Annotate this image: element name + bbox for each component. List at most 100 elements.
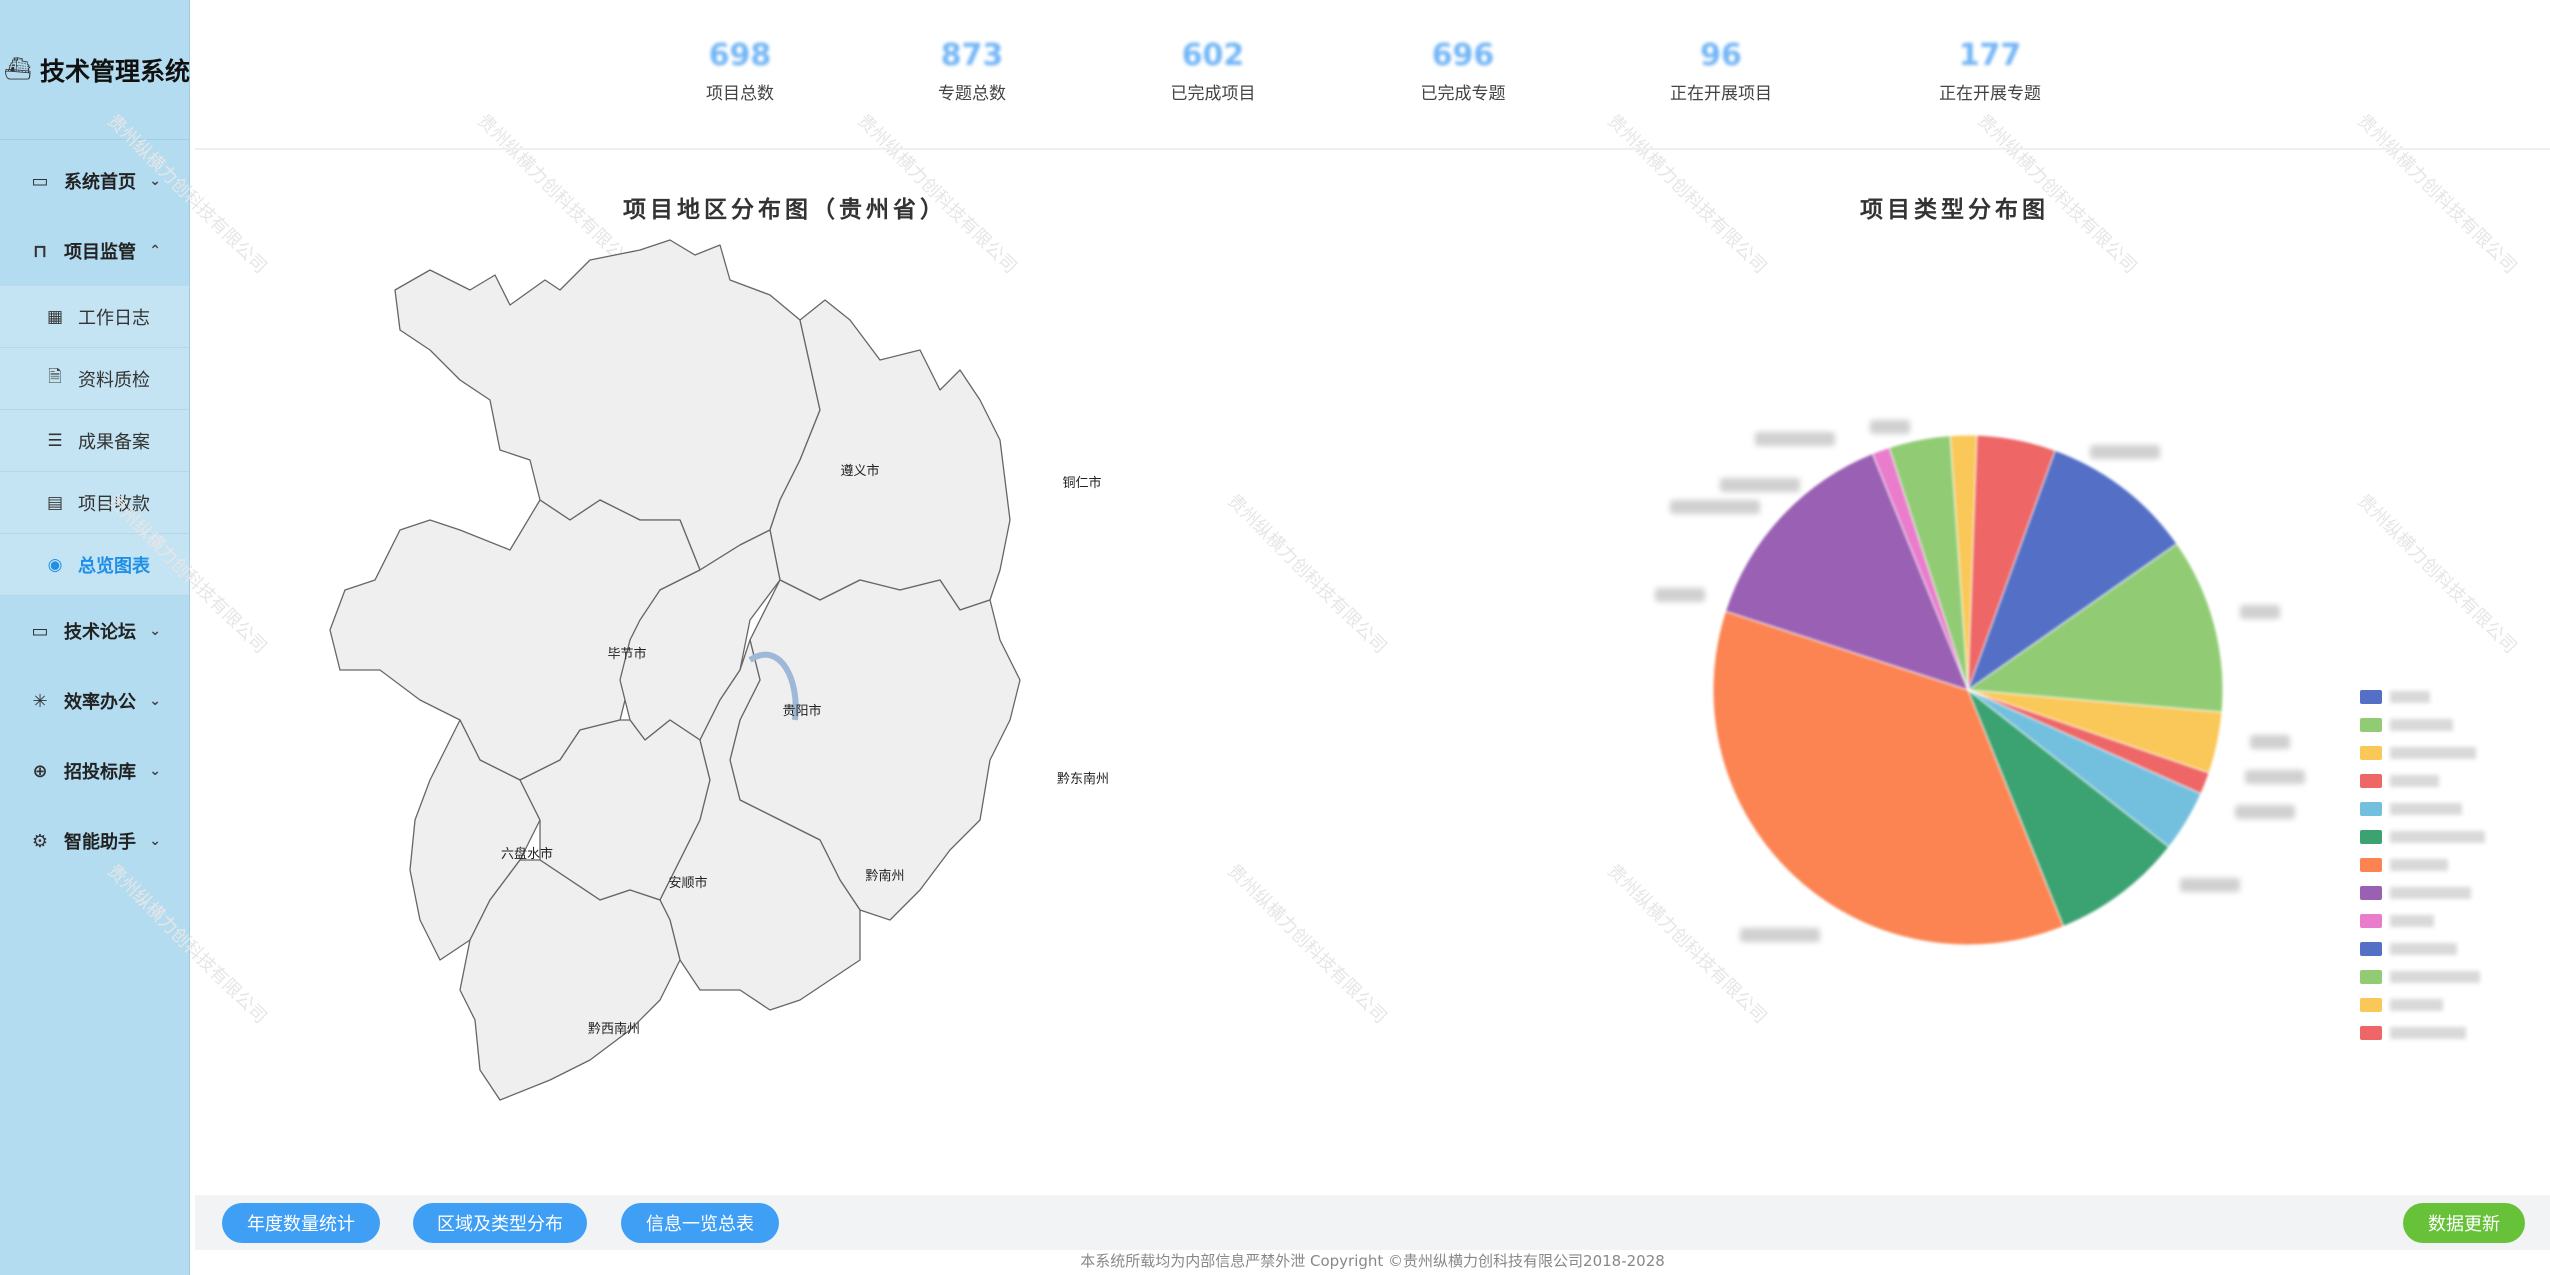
map-label-guiyang: 贵阳市 <box>782 703 821 719</box>
map-label-qiannan: 黔南州 <box>865 868 904 884</box>
sidebar-item-tech-forum[interactable]: ▭ 技术论坛 ⌄ <box>0 596 189 666</box>
stat-label: 已完成专题 <box>1420 84 1506 104</box>
brand: ⛴ 技术管理系统 <box>0 0 190 140</box>
sidebar-subitem-label: 成果备案 <box>78 431 150 453</box>
ship-icon: ⛴ <box>4 57 32 82</box>
legend-item[interactable] <box>2360 914 2434 928</box>
watermark: 贵州纵横力创科技有限公司 <box>1223 860 1391 1028</box>
pie-label-blurred <box>1655 588 1705 602</box>
legend-label-blurred <box>2390 943 2457 955</box>
map-label-liupanshui: 六盘水市 <box>501 846 553 862</box>
watermark: 贵州纵横力创科技有限公司 <box>1223 490 1391 658</box>
map-region-tongren[interactable] <box>769 299 1011 611</box>
sidebar-item-home[interactable]: ▭ 系统首页 ⌄ <box>0 146 189 216</box>
chevron-down-icon: ⌄ <box>149 693 161 709</box>
guizhou-map[interactable]: 遵义市 铜仁市 毕节市 贵阳市 黔东南州 六盘水市 安顺市 黔南州 黔西南州 <box>300 200 1200 1160</box>
legend-label-blurred <box>2390 915 2434 927</box>
sidebar-subitem-filing[interactable]: ☰ 成果备案 <box>0 410 189 472</box>
chevron-down-icon: ⌄ <box>149 173 161 189</box>
legend-label-blurred <box>2390 971 2480 983</box>
region-type-button[interactable]: 区域及类型分布 <box>413 1203 587 1243</box>
chevron-up-icon: ⌃ <box>149 243 161 259</box>
legend-item[interactable] <box>2360 1026 2466 1040</box>
stat-ongoing-projects: 96 正在开展项目 <box>1670 38 1772 104</box>
legend-label-blurred <box>2390 1027 2466 1039</box>
sidebar-item-bidding[interactable]: ⊕ 招投标库 ⌄ <box>0 736 189 806</box>
footer-copyright: 本系统所载均为内部信息严禁外泄 Copyright ©贵州纵横力创科技有限公司2… <box>1080 1252 1665 1270</box>
legend-item[interactable] <box>2360 998 2443 1012</box>
legend-swatch <box>2360 998 2382 1012</box>
pie-label-blurred <box>2250 735 2290 749</box>
stat-value: 602 <box>1181 38 1245 73</box>
annual-stats-button[interactable]: 年度数量统计 <box>222 1203 380 1243</box>
sidebar-subitem-overview-charts[interactable]: ◉ 总览图表 <box>0 534 189 596</box>
legend-item[interactable] <box>2360 970 2480 984</box>
stat-label: 已完成项目 <box>1170 84 1256 104</box>
pie-label-blurred <box>1870 420 1910 434</box>
app-root: ⛴ 技术管理系统 ▭ 系统首页 ⌄ ⊓ 项目监管 ⌃ ▦ 工作日志 🗎 资料质检… <box>0 0 2550 1275</box>
eye-icon: ◉ <box>47 554 63 575</box>
legend-item[interactable] <box>2360 774 2439 788</box>
legend-swatch <box>2360 830 2382 844</box>
chat-icon: ▭ <box>31 620 49 642</box>
map-label-qiandongnan: 黔东南州 <box>1057 771 1109 787</box>
legend-label-blurred <box>2390 999 2443 1011</box>
stat-value: 698 <box>708 38 772 73</box>
pie-label-blurred <box>1740 928 1820 942</box>
sidebar-item-assistant[interactable]: ⚙ 智能助手 ⌄ <box>0 806 189 876</box>
legend-item[interactable] <box>2360 858 2448 872</box>
legend-label-blurred <box>2390 691 2430 703</box>
legend-item[interactable] <box>2360 746 2476 760</box>
map-label-tongren: 铜仁市 <box>1062 475 1101 491</box>
stat-completed-projects: 602 已完成项目 <box>1171 38 1256 104</box>
stack-icon: ☰ <box>47 430 63 451</box>
sidebar-item-label: 招投标库 <box>64 762 136 783</box>
legend-swatch <box>2360 858 2382 872</box>
map-label-qianxinan: 黔西南州 <box>588 1021 640 1037</box>
legend-label-blurred <box>2390 859 2448 871</box>
sidebar-item-project-supervision[interactable]: ⊓ 项目监管 ⌃ <box>0 216 189 286</box>
sidebar-subitem-quality-check[interactable]: 🗎 资料质检 <box>0 348 189 410</box>
presentation-icon: ⊓ <box>32 240 48 262</box>
chevron-down-icon: ⌄ <box>149 833 161 849</box>
sidebar: ⛴ 技术管理系统 ▭ 系统首页 ⌄ ⊓ 项目监管 ⌃ ▦ 工作日志 🗎 资料质检… <box>0 0 190 1275</box>
pie-label-blurred <box>2245 770 2305 784</box>
pie-label-blurred <box>1755 432 1835 446</box>
pie-label-blurred <box>2090 445 2160 459</box>
stat-ongoing-topics: 177 正在开展专题 <box>1939 38 2041 104</box>
pie-title: 项目类型分布图 <box>1860 197 2049 223</box>
legend-label-blurred <box>2390 803 2462 815</box>
stats-bar: 698 项目总数 873 专题总数 602 已完成项目 696 已完成专题 96… <box>195 0 2550 150</box>
chevron-down-icon: ⌄ <box>149 763 161 779</box>
sidebar-item-label: 智能助手 <box>64 832 136 853</box>
chevron-down-icon: ⌄ <box>149 623 161 639</box>
stat-label: 专题总数 <box>938 84 1006 104</box>
refresh-data-button[interactable]: 数据更新 <box>2403 1203 2525 1243</box>
legend-item[interactable] <box>2360 718 2453 732</box>
info-table-button[interactable]: 信息一览总表 <box>621 1203 779 1243</box>
stat-total-topics: 873 专题总数 <box>938 38 1006 104</box>
sidebar-subitem-label: 工作日志 <box>78 307 150 329</box>
sidebar-item-label: 效率办公 <box>64 692 136 713</box>
legend-item[interactable] <box>2360 830 2485 844</box>
pie-label-blurred <box>2240 605 2280 619</box>
legend-item[interactable] <box>2360 802 2462 816</box>
sidebar-subitem-work-log[interactable]: ▦ 工作日志 <box>0 286 189 348</box>
legend-label-blurred <box>2390 775 2439 787</box>
legend-swatch <box>2360 1026 2382 1040</box>
legend-item[interactable] <box>2360 690 2430 704</box>
legend-swatch <box>2360 690 2382 704</box>
pie-label-blurred <box>1720 478 1800 492</box>
sidebar-item-office[interactable]: ✳ 效率办公 ⌄ <box>0 666 189 736</box>
map-label-bijie: 毕节市 <box>607 646 646 662</box>
legend-item[interactable] <box>2360 886 2471 900</box>
map-region-qianxinan[interactable] <box>459 859 681 1101</box>
legend-swatch <box>2360 886 2382 900</box>
legend-label-blurred <box>2390 747 2476 759</box>
sidebar-subitem-payment[interactable]: ▤ 项目收款 <box>0 472 189 534</box>
pie-label-blurred <box>2180 878 2240 892</box>
stat-completed-topics: 696 已完成专题 <box>1421 38 1506 104</box>
map-label-anshun: 安顺市 <box>668 875 707 891</box>
legend-label-blurred <box>2390 719 2453 731</box>
legend-item[interactable] <box>2360 942 2457 956</box>
